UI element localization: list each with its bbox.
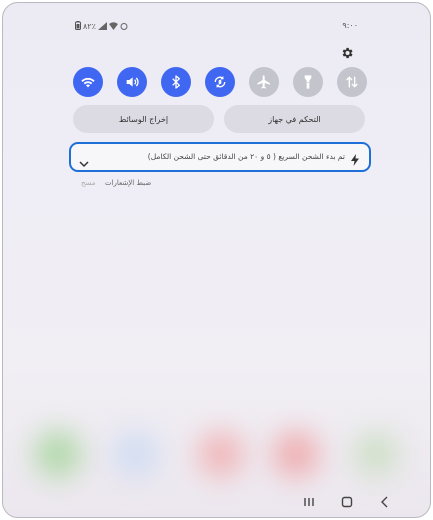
- tile-auto-rotate[interactable]: [205, 67, 235, 97]
- lightning-bolt-icon: [351, 151, 359, 166]
- clock: ٩:٠٠: [342, 21, 358, 30]
- tile-wifi[interactable]: [73, 67, 103, 97]
- status-bar: ٨٢٪ ٩:٠٠: [3, 21, 430, 35]
- clear-notifications-button[interactable]: مسح: [81, 179, 96, 187]
- charging-notification[interactable]: تم بدء الشحن السريع ( ٥ و ٢٠ من الدقائق …: [69, 142, 371, 172]
- speaker-icon: [126, 77, 139, 87]
- battery-icon: [75, 21, 81, 32]
- chevron-down-icon[interactable]: [79, 153, 89, 168]
- data-arrows-icon: [346, 76, 358, 88]
- time-text: ٩:٠٠: [342, 21, 358, 30]
- media-output-button[interactable]: إخراج الوسائط: [73, 105, 214, 133]
- tile-sound[interactable]: [117, 67, 147, 97]
- alarm-icon: [120, 22, 128, 32]
- tile-airplane[interactable]: [249, 67, 279, 97]
- home-screen-blurred-icons: [3, 417, 430, 487]
- tile-mobile-data[interactable]: [337, 67, 367, 97]
- tile-flashlight[interactable]: [293, 67, 323, 97]
- battery-percent: ٨٢٪: [83, 22, 96, 31]
- rotate-icon: [214, 76, 226, 88]
- quick-panel-pills: إخراج الوسائط التحكم في جهاز: [73, 105, 365, 133]
- recents-icon[interactable]: [302, 495, 316, 509]
- quick-settings-tiles: [73, 67, 367, 97]
- airplane-icon: [257, 75, 270, 89]
- notification-settings-link[interactable]: ضبط الإشعارات: [105, 179, 151, 187]
- settings-gear-icon[interactable]: [340, 45, 354, 59]
- flashlight-icon: [304, 75, 312, 89]
- back-icon[interactable]: [378, 495, 392, 509]
- status-icons: ٨٢٪: [75, 21, 128, 32]
- bluetooth-icon: [172, 75, 180, 89]
- signal-icon: [97, 21, 107, 32]
- notification-text: تم بدء الشحن السريع ( ٥ و ٢٠ من الدقائق …: [147, 152, 345, 161]
- wifi-icon: [81, 77, 95, 88]
- device-frame: ٨٢٪ ٩:٠٠ إخراج الوسائط التحكم في جهاز تم…: [2, 2, 431, 518]
- device-control-button[interactable]: التحكم في جهاز: [224, 105, 365, 133]
- wifi-status-icon: [108, 21, 118, 32]
- home-icon[interactable]: [340, 495, 354, 509]
- navigation-bar: [302, 495, 392, 509]
- tile-bluetooth[interactable]: [161, 67, 191, 97]
